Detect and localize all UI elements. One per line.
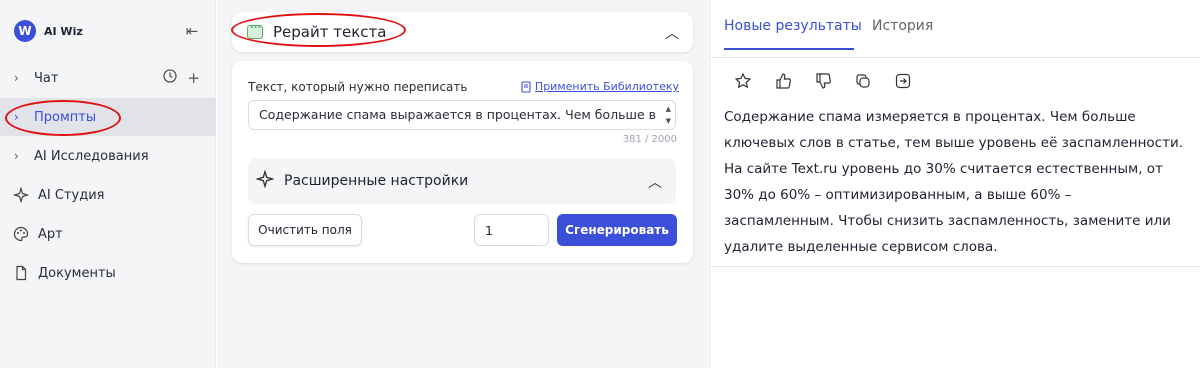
tab-history[interactable]: История xyxy=(872,18,933,34)
app-name: AI Wiz xyxy=(44,24,83,38)
chevron-up-icon: ︿ xyxy=(648,175,662,191)
tool-header[interactable]: Рерайт текста ︿ xyxy=(232,12,693,52)
clear-fields-button[interactable]: Очистить поля xyxy=(248,214,362,246)
thumbs-up-icon[interactable] xyxy=(772,70,794,92)
sidebar-item-label: Промпты xyxy=(34,109,97,125)
field-label: Текст, который нужно переписать xyxy=(248,80,468,94)
quantity-input[interactable]: 1 xyxy=(474,214,549,246)
export-icon[interactable] xyxy=(892,70,914,92)
document-icon xyxy=(12,264,30,282)
sparkle-icon xyxy=(12,186,30,204)
sidebar: W AI Wiz ⇤ › Чат + › Промпты › AI Исслед… xyxy=(0,0,216,368)
tool-panel: Рерайт текста ︿ Текст, который нужно пер… xyxy=(217,0,708,368)
palette-icon xyxy=(12,225,30,243)
thumbs-down-icon[interactable] xyxy=(812,70,834,92)
add-chat-icon[interactable]: + xyxy=(187,69,200,87)
sidebar-item-art[interactable]: Арт xyxy=(0,215,216,253)
history-clock-icon[interactable] xyxy=(163,69,178,87)
tab-new-results[interactable]: Новые результаты xyxy=(724,18,862,34)
input-value: Содержание спама выражается в процентах.… xyxy=(259,107,656,122)
advanced-settings-title: Расширенные настройки xyxy=(284,173,469,189)
scrollbar[interactable]: ▲ ▼ xyxy=(666,103,671,127)
collapse-sidebar-icon[interactable]: ⇤ xyxy=(183,22,201,40)
advanced-settings-toggle[interactable]: Расширенные настройки ︿ xyxy=(248,158,676,204)
results-panel: Новые результаты История Содержание спам… xyxy=(709,0,1200,368)
sidebar-item-ai-studio[interactable]: AI Студия xyxy=(0,176,216,214)
sidebar-item-ai-research[interactable]: › AI Исследования xyxy=(0,137,216,175)
book-icon xyxy=(521,80,531,93)
sidebar-item-label: AI Студия xyxy=(38,187,105,203)
sidebar-item-chat[interactable]: › Чат + xyxy=(0,59,216,97)
logo-icon: W xyxy=(14,20,36,42)
results-tabs: Новые результаты История xyxy=(710,0,1200,58)
sidebar-item-documents[interactable]: Документы xyxy=(0,254,216,292)
sparkle-icon xyxy=(255,168,275,193)
divider xyxy=(710,266,1200,267)
sidebar-item-label: Документы xyxy=(38,265,116,281)
sidebar-item-label: AI Исследования xyxy=(34,148,149,164)
result-text: Содержание спама измеряется в процентах.… xyxy=(724,109,1184,255)
chevron-right-icon: › xyxy=(14,149,19,163)
copy-icon[interactable] xyxy=(852,70,874,92)
tool-form: Текст, который нужно переписать Применит… xyxy=(232,61,693,263)
chat-bubble-icon xyxy=(247,20,263,39)
apply-library-label: Применить Бибилиотеку xyxy=(534,80,679,93)
result-actions xyxy=(732,70,914,92)
rewrite-text-input[interactable]: Содержание спама выражается в процентах.… xyxy=(248,100,676,130)
brand[interactable]: W AI Wiz xyxy=(14,20,83,42)
apply-library-link[interactable]: Применить Бибилиотеку xyxy=(521,80,679,93)
sidebar-item-prompts[interactable]: › Промпты xyxy=(0,98,216,136)
tool-title: Рерайт текста xyxy=(273,23,387,41)
chevron-up-icon[interactable]: ︿ xyxy=(665,23,679,43)
generate-button[interactable]: Сгенерировать xyxy=(557,214,677,246)
char-counter: 381 / 2000 xyxy=(622,134,677,145)
chevron-right-icon: › xyxy=(14,110,19,124)
chevron-right-icon: › xyxy=(14,71,19,85)
star-icon[interactable] xyxy=(732,70,754,92)
sidebar-item-label: Арт xyxy=(38,226,63,242)
sidebar-item-label: Чат xyxy=(34,70,59,86)
active-tab-indicator xyxy=(724,48,854,50)
